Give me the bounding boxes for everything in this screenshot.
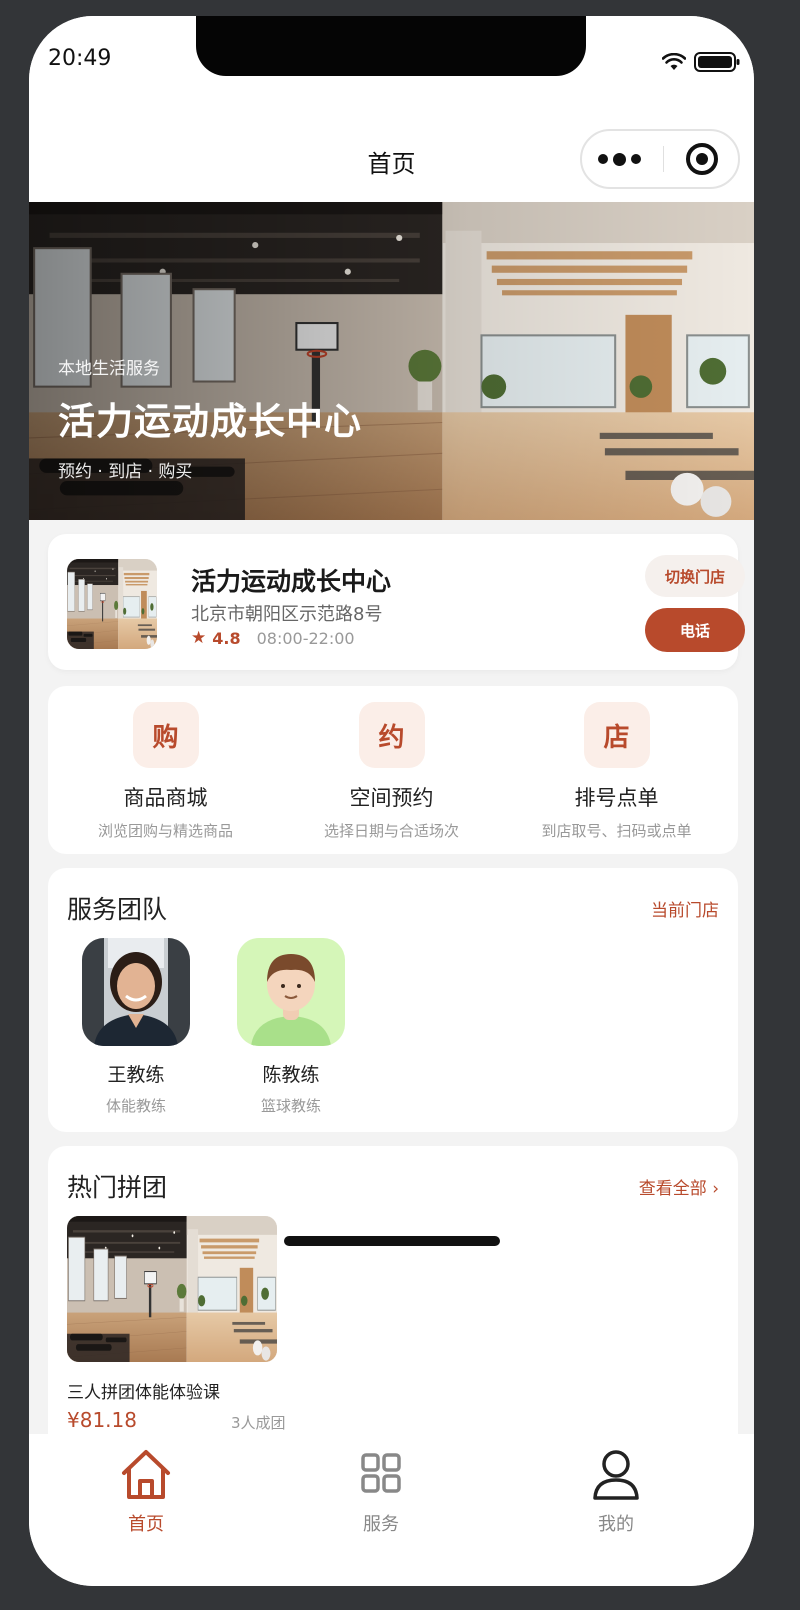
hero-tags: 预约 · 到店 · 购买 [58,462,193,482]
booking-icon: 约 [358,702,425,768]
coach-card[interactable]: 王教练 体能教练 [82,938,190,1116]
tab-label: 首页 [128,1514,164,1535]
service-name: 商品商城 [123,786,208,810]
group-buy-price: ¥81.18 [67,1408,137,1432]
team-title: 服务团队 [67,895,168,924]
wifi-icon [662,53,686,70]
service-shop[interactable]: 购 商品商城 浏览团购与精选商品 [53,702,278,841]
hero-text: 本地生活服务 活力运动成长中心 预约 · 到店 · 购买 [58,354,362,482]
group-buy-name[interactable]: 三人拼团体能体验课 [67,1378,220,1403]
service-booking[interactable]: 约 空间预约 选择日期与合适场次 [279,702,504,841]
store-hours: 08:00-22:00 [256,628,355,648]
tab-label: 服务 [363,1514,399,1535]
close-icon[interactable] [686,143,718,175]
service-name: 空间预约 [349,786,434,810]
home-indicator [284,1236,500,1246]
service-desc: 到店取号、扫码或点单 [541,822,692,840]
hero-banner[interactable]: 本地生活服务 活力运动成长中心 预约 · 到店 · 购买 [29,202,754,520]
status-time: 20:49 [48,46,112,71]
view-all-link[interactable]: 查看全部 › [639,1174,719,1199]
store-icon: 店 [583,702,650,768]
capsule-divider [663,146,664,172]
hero-title: 活力运动成长中心 [58,400,362,443]
grid-icon [361,1453,401,1493]
call-button[interactable]: 电话 [645,608,745,652]
group-buy-title: 热门拼团 [67,1173,168,1202]
phone-frame: 20:49 首页 本地生活服务 活力运动成长中心 预约 · 到店 · 购买 活力… [29,16,754,1586]
status-icons [662,52,740,72]
avatar [237,938,345,1046]
shop-icon: 购 [132,702,199,768]
store-card[interactable]: 活力运动成长中心 北京市朝阳区示范路8号 ★ 4.8 08:00-22:00 切… [48,534,745,670]
star-icon: ★ [191,628,207,648]
tab-bar: 首页 服务 我的 [29,1434,754,1586]
group-buy-note: 3人成团 [231,1414,286,1432]
service-queue[interactable]: 店 排号点单 到店取号、扫码或点单 [504,702,729,841]
current-store-link[interactable]: 当前门店 [651,896,719,921]
coach-role: 篮球教练 [260,1097,321,1115]
more-icon[interactable] [598,152,641,166]
service-desc: 选择日期与合适场次 [323,822,459,840]
store-address: 北京市朝阳区示范路8号 [191,604,383,625]
store-thumbnail [67,559,157,649]
store-rating: 4.8 [212,628,241,648]
status-bar: 20:49 [29,16,754,112]
group-buy-card: 热门拼团 查看全部 › 三人拼团体能体验课 ¥81.18 3人成团 [48,1146,738,1466]
coach-card[interactable]: 陈教练 篮球教练 [237,938,345,1116]
group-buy-image[interactable] [67,1216,277,1362]
tab-home[interactable]: 首页 [86,1446,206,1536]
tab-profile[interactable]: 我的 [556,1446,676,1536]
service-desc: 浏览团购与精选商品 [97,822,233,840]
tab-services[interactable]: 服务 [321,1446,441,1536]
team-card: 服务团队 当前门店 王教练 体能教练 陈教练 篮球教练 [48,868,738,1132]
mini-program-capsule[interactable] [580,129,740,189]
coach-name: 王教练 [107,1064,165,1086]
tab-label: 我的 [598,1514,634,1535]
avatar [82,938,190,1046]
coach-name: 陈教练 [262,1064,320,1086]
store-meta: ★ 4.8 08:00-22:00 [191,628,355,648]
services-card: 购 商品商城 浏览团购与精选商品 约 空间预约 选择日期与合适场次 店 排号点单… [48,686,738,854]
switch-store-button[interactable]: 切换门店 [645,555,745,597]
battery-icon [694,52,740,72]
hero-subtitle: 本地生活服务 [58,359,160,379]
notch [196,16,586,76]
store-name: 活力运动成长中心 [191,567,392,596]
home-icon [122,1450,170,1499]
navbar: 首页 [29,112,754,202]
coach-role: 体能教练 [105,1097,166,1115]
user-icon [593,1450,639,1500]
service-name: 排号点单 [574,786,659,810]
